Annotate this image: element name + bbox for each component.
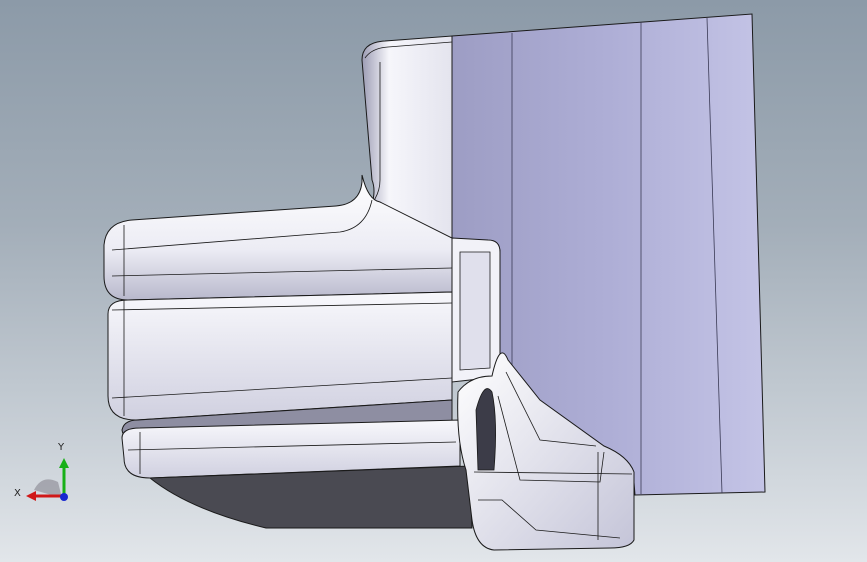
- graphics-viewport[interactable]: Y X: [0, 0, 867, 562]
- middle-band[interactable]: [107, 291, 453, 421]
- triad-arrows-icon: [26, 458, 69, 501]
- y-axis-label: Y: [58, 442, 65, 453]
- x-axis-label: X: [14, 488, 21, 499]
- side-notch[interactable]: [451, 237, 501, 383]
- coordinate-triad: Y X: [12, 436, 82, 508]
- part-model[interactable]: [0, 0, 867, 562]
